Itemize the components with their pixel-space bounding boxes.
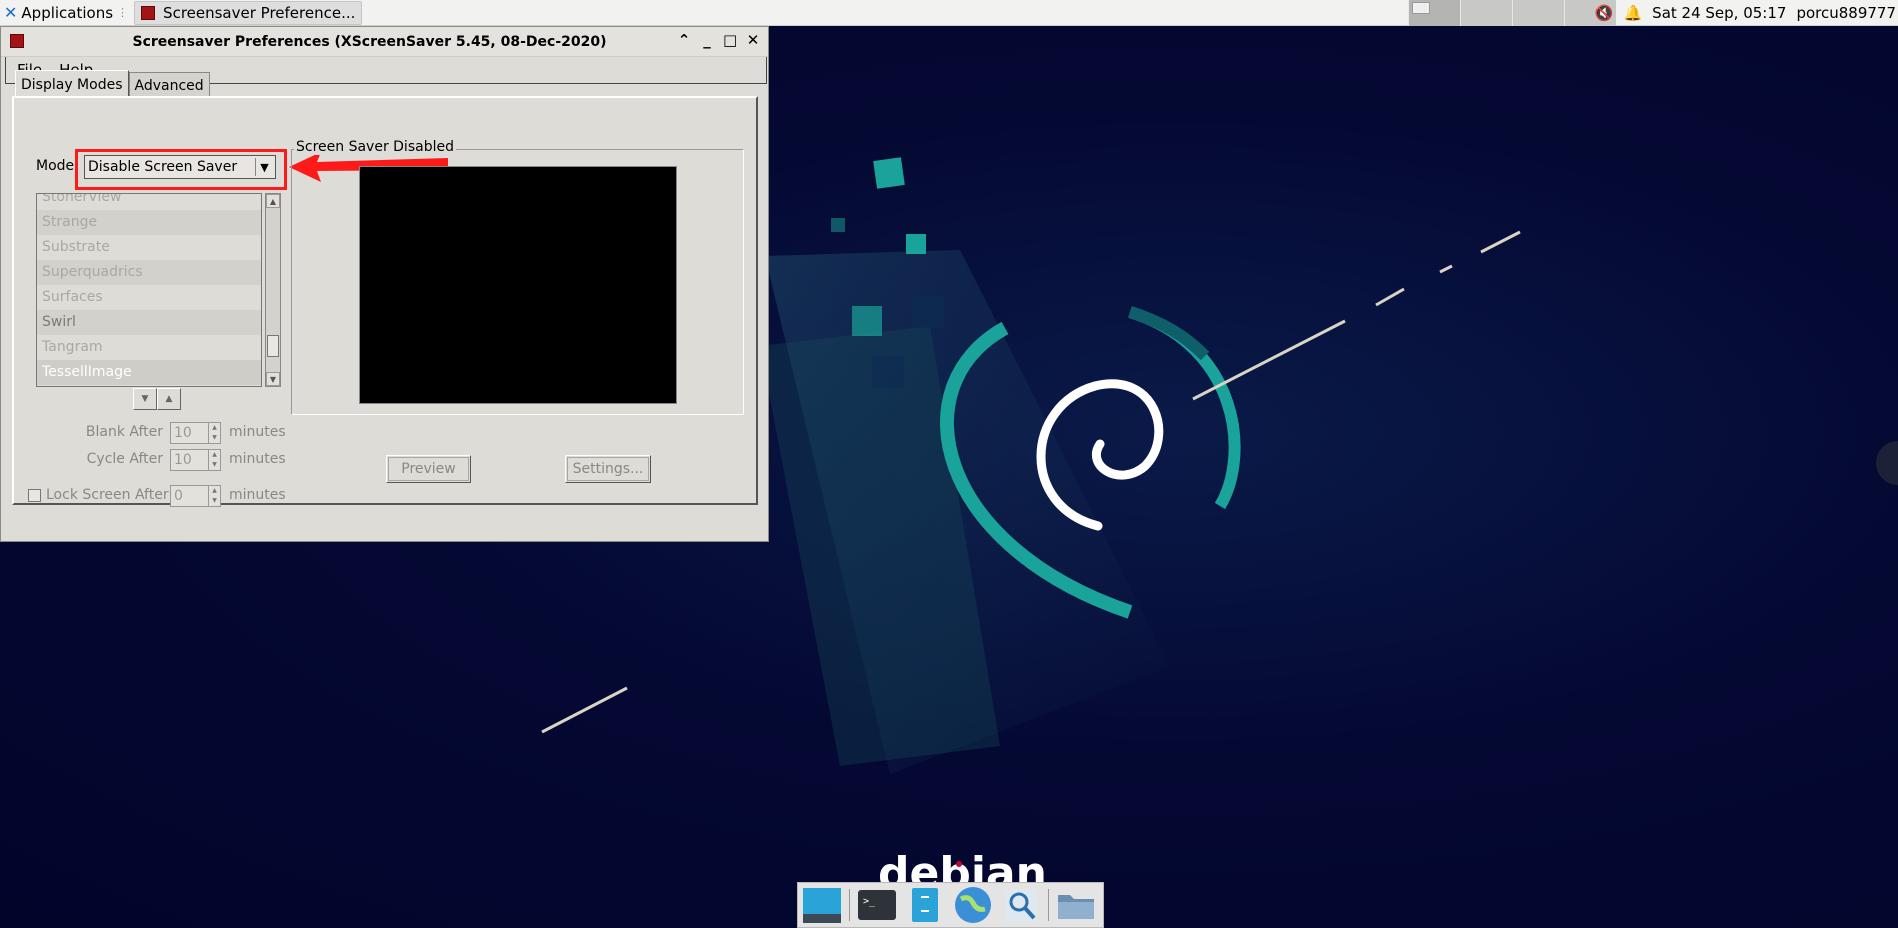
spinner-arrows-icon[interactable]: ▲ ▼	[208, 450, 220, 470]
scroll-thumb[interactable]	[267, 335, 279, 357]
previous-item-button[interactable]: ▲	[157, 388, 181, 410]
separator-dots-icon: ⋮	[117, 6, 129, 19]
blank-after-label: Blank After	[85, 424, 163, 440]
lock-after-spinner[interactable]: 0 ▲ ▼	[170, 485, 221, 507]
applications-menu[interactable]: ✕ Applications ⋮	[0, 0, 132, 26]
dock: >_	[797, 882, 1104, 928]
dock-separator	[849, 889, 850, 921]
lock-after-unit: minutes	[229, 487, 286, 503]
list-item[interactable]: Superquadrics	[37, 260, 261, 285]
window-title: Screensaver Preferences (XScreenSaver 5.…	[132, 33, 607, 50]
file-manager-icon[interactable]	[904, 885, 946, 925]
minimize-button[interactable]: _	[700, 31, 714, 49]
window-app-icon[interactable]	[10, 34, 24, 48]
list-item[interactable]: Strange	[37, 210, 261, 235]
show-desktop-icon[interactable]	[801, 885, 843, 925]
workspace-2[interactable]	[1460, 0, 1512, 26]
cycle-after-unit: minutes	[229, 451, 286, 467]
scroll-up-icon[interactable]: ▲	[266, 194, 280, 208]
cycle-after-spinner[interactable]: 10 ▲ ▼	[170, 449, 221, 471]
lock-screen-label: Lock Screen After	[46, 487, 169, 503]
notification-bell-icon[interactable]: 🔔	[1623, 4, 1642, 22]
lock-after-value: 0	[174, 488, 183, 504]
workspace-1[interactable]	[1408, 0, 1460, 26]
spinner-arrows-icon[interactable]: ▲ ▼	[208, 423, 220, 443]
system-tray: 🔇 🔔 Sat 24 Sep, 05:17 porcu889777	[1595, 0, 1898, 26]
annotation-highlight-box	[75, 149, 287, 190]
clock[interactable]: Sat 24 Sep, 05:17	[1652, 4, 1786, 22]
list-scrollbar[interactable]: ▲ ▼	[265, 193, 281, 387]
search-icon[interactable]	[1000, 885, 1042, 925]
top-panel: ✕ Applications ⋮ Screensaver Preference.…	[0, 0, 1898, 26]
taskbar-screensaver-button[interactable]: Screensaver Preference...	[134, 0, 363, 25]
cycle-after-value: 10	[174, 452, 192, 468]
scroll-down-icon[interactable]: ▼	[266, 372, 280, 386]
taskbar-label: Screensaver Preference...	[163, 3, 356, 22]
lock-screen-checkbox[interactable]	[28, 489, 41, 502]
tab-bar: Display Modes Advanced	[15, 70, 210, 98]
folder-icon[interactable]	[1055, 885, 1097, 925]
terminal-icon[interactable]: >_	[856, 885, 898, 925]
svg-text:>_: >_	[863, 896, 876, 907]
list-item[interactable]: Substrate	[37, 235, 261, 260]
title-bar[interactable]: Screensaver Preferences (XScreenSaver 5.…	[1, 27, 768, 57]
preview-button[interactable]: Preview	[386, 455, 471, 483]
volume-muted-icon[interactable]: 🔇	[1595, 4, 1614, 22]
screensaver-icon	[141, 5, 156, 20]
dock-separator	[1048, 889, 1049, 921]
blank-after-spinner[interactable]: 10 ▲ ▼	[170, 422, 221, 444]
preview-screen	[359, 166, 677, 404]
spinner-arrows-icon[interactable]: ▲ ▼	[208, 486, 220, 506]
blank-after-value: 10	[174, 425, 192, 441]
applications-label: Applications	[21, 3, 114, 22]
user-name[interactable]: porcu889777	[1796, 4, 1896, 22]
list-nav-buttons: ▼ ▲	[133, 388, 181, 410]
list-item[interactable]: Swirl	[37, 310, 261, 335]
workspace-switcher	[1408, 0, 1616, 26]
workspace-3[interactable]	[1512, 0, 1564, 26]
screensaver-list[interactable]: StonerView Strange Substrate Superquadri…	[36, 193, 262, 387]
maximize-button[interactable]: □	[723, 31, 737, 49]
cycle-after-label: Cycle After	[86, 451, 163, 467]
mode-label: Mode	[36, 158, 75, 174]
xfce-logo-icon: ✕	[4, 3, 18, 22]
shade-button[interactable]: ⌃	[677, 31, 691, 49]
list-item[interactable]: Tangram	[37, 335, 261, 360]
blank-after-unit: minutes	[229, 424, 286, 440]
list-item-selected[interactable]: TessellImage	[37, 360, 261, 385]
workspace-window-preview	[1412, 2, 1430, 14]
web-browser-icon[interactable]	[952, 885, 994, 925]
tab-display-modes[interactable]: Display Modes	[15, 70, 129, 98]
next-item-button[interactable]: ▼	[133, 388, 157, 410]
close-button[interactable]: ✕	[746, 31, 760, 49]
tab-advanced[interactable]: Advanced	[128, 72, 210, 98]
settings-button[interactable]: Settings...	[565, 455, 651, 483]
preview-group-label: Screen Saver Disabled	[294, 139, 456, 155]
list-item[interactable]: StonerView	[37, 194, 261, 210]
list-item[interactable]: Surfaces	[37, 285, 261, 310]
